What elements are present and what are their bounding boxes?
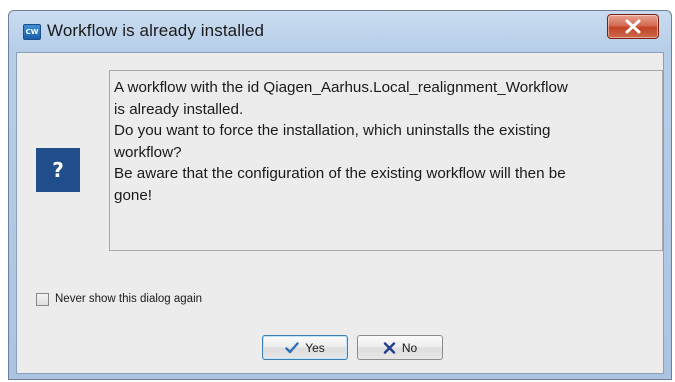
dialog-window: CW Workflow is already installed ? A wor… <box>8 10 672 380</box>
close-button[interactable] <box>607 14 659 39</box>
check-icon <box>285 341 299 353</box>
message-line: workflow? <box>114 143 182 161</box>
window-title: Workflow is already installed <box>47 21 265 40</box>
no-button[interactable]: No <box>357 335 443 360</box>
message-box: A workflow with the id Qiagen_Aarhus.Loc… <box>109 70 663 251</box>
no-button-label: No <box>401 340 418 355</box>
never-show-option[interactable]: Never show this dialog again <box>36 290 202 308</box>
title-bar[interactable]: CW Workflow is already installed <box>9 11 671 51</box>
message-line: is already installed. <box>114 100 244 118</box>
app-icon: CW <box>23 24 41 40</box>
message-line: A workflow with the id Qiagen_Aarhus.Loc… <box>114 79 568 96</box>
dialog-body: ? A workflow with the id Qiagen_Aarhus.L… <box>16 52 664 374</box>
message-line: Be aware that the configuration of the e… <box>114 165 566 182</box>
message-line: gone! <box>114 186 153 204</box>
message-line: Do you want to force the installation, w… <box>114 122 551 139</box>
x-icon <box>383 341 396 354</box>
yes-button[interactable]: Yes <box>262 335 348 360</box>
never-show-label: Never show this dialog again <box>55 293 203 305</box>
yes-button-label: Yes <box>305 340 325 355</box>
close-icon <box>625 19 641 34</box>
never-show-checkbox[interactable] <box>36 292 49 306</box>
question-icon: ? <box>36 148 80 192</box>
